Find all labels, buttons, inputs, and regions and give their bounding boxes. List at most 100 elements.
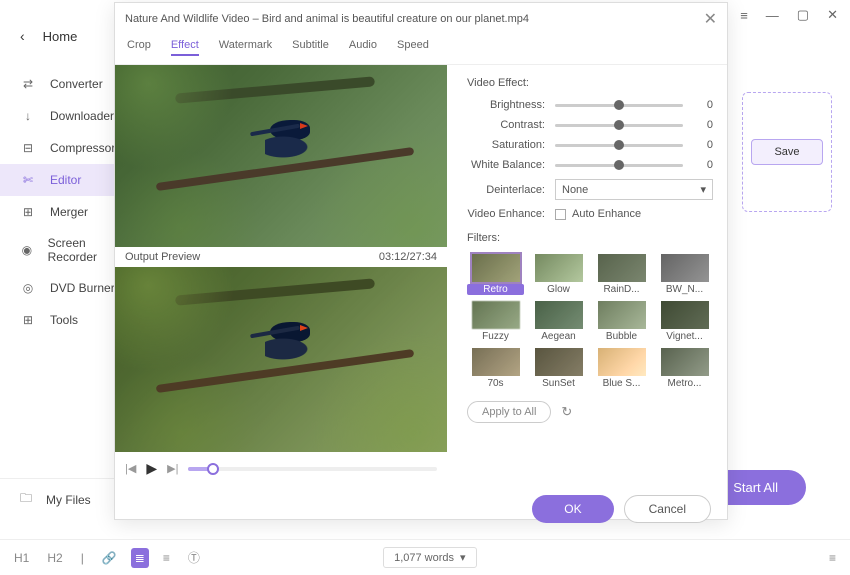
merger-icon: ⊞ xyxy=(20,204,36,220)
tab-subtitle[interactable]: Subtitle xyxy=(292,39,329,56)
compressor-icon: ⊟ xyxy=(20,140,36,156)
filter-thumb xyxy=(661,301,709,329)
filter-name: Aegean xyxy=(530,331,587,342)
filter-thumb xyxy=(661,348,709,376)
h1-button[interactable]: H1 xyxy=(10,548,33,568)
modal-title: Nature And Wildlife Video – Bird and ani… xyxy=(125,13,529,25)
saturation-slider[interactable] xyxy=(555,144,683,147)
timeline-slider[interactable] xyxy=(188,467,437,471)
filter-retro[interactable]: Retro xyxy=(467,254,524,295)
editor-icon: ✄ xyxy=(20,172,36,188)
ok-button[interactable]: OK xyxy=(532,495,613,523)
word-count[interactable]: 1,077 words ▾ xyxy=(383,547,476,568)
filter-bluesky[interactable]: Blue S... xyxy=(593,348,650,389)
filter-thumb xyxy=(472,348,520,376)
video-enhance-label: Video Enhance: xyxy=(467,208,545,220)
deinterlace-select[interactable]: None ▾ xyxy=(555,179,713,200)
filter-name: Glow xyxy=(530,284,587,295)
preview-column: Output Preview 03:12/27:34 |◀ ▶ ▶| xyxy=(115,65,447,485)
sidebar-item-label: DVD Burner xyxy=(50,281,115,295)
sidebar-item-label: Converter xyxy=(50,77,103,91)
minimize-icon[interactable]: — xyxy=(766,8,779,23)
filter-thumb xyxy=(535,301,583,329)
close-window-icon[interactable]: ✕ xyxy=(827,7,838,23)
filter-rain[interactable]: RainD... xyxy=(593,254,650,295)
vertical-divider: | xyxy=(77,548,88,568)
preview-original xyxy=(115,65,447,247)
filter-bubble[interactable]: Bubble xyxy=(593,301,650,342)
h2-button[interactable]: H2 xyxy=(43,548,66,568)
auto-enhance-text: Auto Enhance xyxy=(572,208,641,220)
close-icon[interactable]: ✕ xyxy=(704,9,717,29)
filter-aegean[interactable]: Aegean xyxy=(530,301,587,342)
sidebar-item-label: Editor xyxy=(50,173,81,187)
slider-value: 0 xyxy=(693,159,713,171)
link-icon[interactable]: 🔗 xyxy=(98,548,121,568)
tab-speed[interactable]: Speed xyxy=(397,39,429,56)
chevron-down-icon: ▾ xyxy=(460,551,466,564)
auto-enhance-checkbox[interactable] xyxy=(555,209,566,220)
brightness-slider[interactable] xyxy=(555,104,683,107)
myfiles-label: My Files xyxy=(46,493,91,507)
clear-format-icon[interactable]: Ⓣ xyxy=(184,546,204,569)
output-preview-label: Output Preview xyxy=(125,251,200,263)
tab-crop[interactable]: Crop xyxy=(127,39,151,56)
filter-thumb xyxy=(472,254,520,282)
save-button[interactable]: Save xyxy=(751,139,822,165)
filter-thumb xyxy=(598,348,646,376)
white-balance-slider[interactable] xyxy=(555,164,683,167)
filter-vign[interactable]: Vignet... xyxy=(656,301,713,342)
filter-sunset[interactable]: SunSet xyxy=(530,348,587,389)
next-frame-icon[interactable]: ▶| xyxy=(167,462,178,475)
filter-thumb xyxy=(535,254,583,282)
filter-name: 70s xyxy=(467,378,524,389)
filter-glow[interactable]: Glow xyxy=(530,254,587,295)
chevron-down-icon: ▾ xyxy=(700,183,706,196)
bullet-list-icon[interactable]: ≣ xyxy=(131,548,149,568)
filter-name: Retro xyxy=(467,284,524,295)
time-label: 03:12/27:34 xyxy=(379,251,437,263)
deinterlace-label: Deinterlace: xyxy=(467,184,545,196)
filter-name: Metro... xyxy=(656,378,713,389)
video-effect-heading: Video Effect: xyxy=(467,77,713,89)
filter-name: Fuzzy xyxy=(467,331,524,342)
filter-thumb xyxy=(535,348,583,376)
slider-value: 0 xyxy=(693,99,713,111)
bottom-toolbar: H1 H2 | 🔗 ≣ ≡ Ⓣ 1,077 words ▾ ≡ xyxy=(0,539,850,575)
contrast-slider[interactable] xyxy=(555,124,683,127)
tabs: Crop Effect Watermark Subtitle Audio Speed xyxy=(115,35,727,65)
filters-heading: Filters: xyxy=(467,232,713,244)
maximize-icon[interactable]: ▢ xyxy=(797,7,809,23)
downloader-icon: ↓ xyxy=(20,108,36,124)
tools-icon: ⊞ xyxy=(20,312,36,328)
filter-s70[interactable]: 70s xyxy=(467,348,524,389)
align-right-icon[interactable]: ≡ xyxy=(825,548,840,568)
preview-output xyxy=(115,267,447,453)
filter-thumb xyxy=(598,301,646,329)
menu-icon[interactable]: ≡ xyxy=(740,8,748,23)
cancel-button[interactable]: Cancel xyxy=(624,495,711,523)
filter-bw[interactable]: BW_N... xyxy=(656,254,713,295)
prev-frame-icon[interactable]: |◀ xyxy=(125,462,136,475)
back-icon: ‹ xyxy=(20,28,25,44)
slider-label: Brightness: xyxy=(467,99,545,111)
play-icon[interactable]: ▶ xyxy=(146,460,157,477)
tab-audio[interactable]: Audio xyxy=(349,39,377,56)
sidebar-item-label: Merger xyxy=(50,205,88,219)
apply-to-all-button[interactable]: Apply to All xyxy=(467,401,551,423)
filter-fuzzy[interactable]: Fuzzy xyxy=(467,301,524,342)
right-panel: Save xyxy=(742,92,832,212)
filter-name: BW_N... xyxy=(656,284,713,295)
playback-controls: |◀ ▶ ▶| xyxy=(115,452,447,485)
filter-name: Blue S... xyxy=(593,378,650,389)
slider-value: 0 xyxy=(693,139,713,151)
filter-name: SunSet xyxy=(530,378,587,389)
converter-icon: ⇄ xyxy=(20,76,36,92)
numbered-list-icon[interactable]: ≡ xyxy=(159,548,174,568)
refresh-icon[interactable]: ↻ xyxy=(561,404,572,420)
sidebar-item-label: Compressor xyxy=(50,141,115,155)
filter-metro[interactable]: Metro... xyxy=(656,348,713,389)
filter-name: RainD... xyxy=(593,284,650,295)
tab-watermark[interactable]: Watermark xyxy=(219,39,272,56)
tab-effect[interactable]: Effect xyxy=(171,39,199,56)
